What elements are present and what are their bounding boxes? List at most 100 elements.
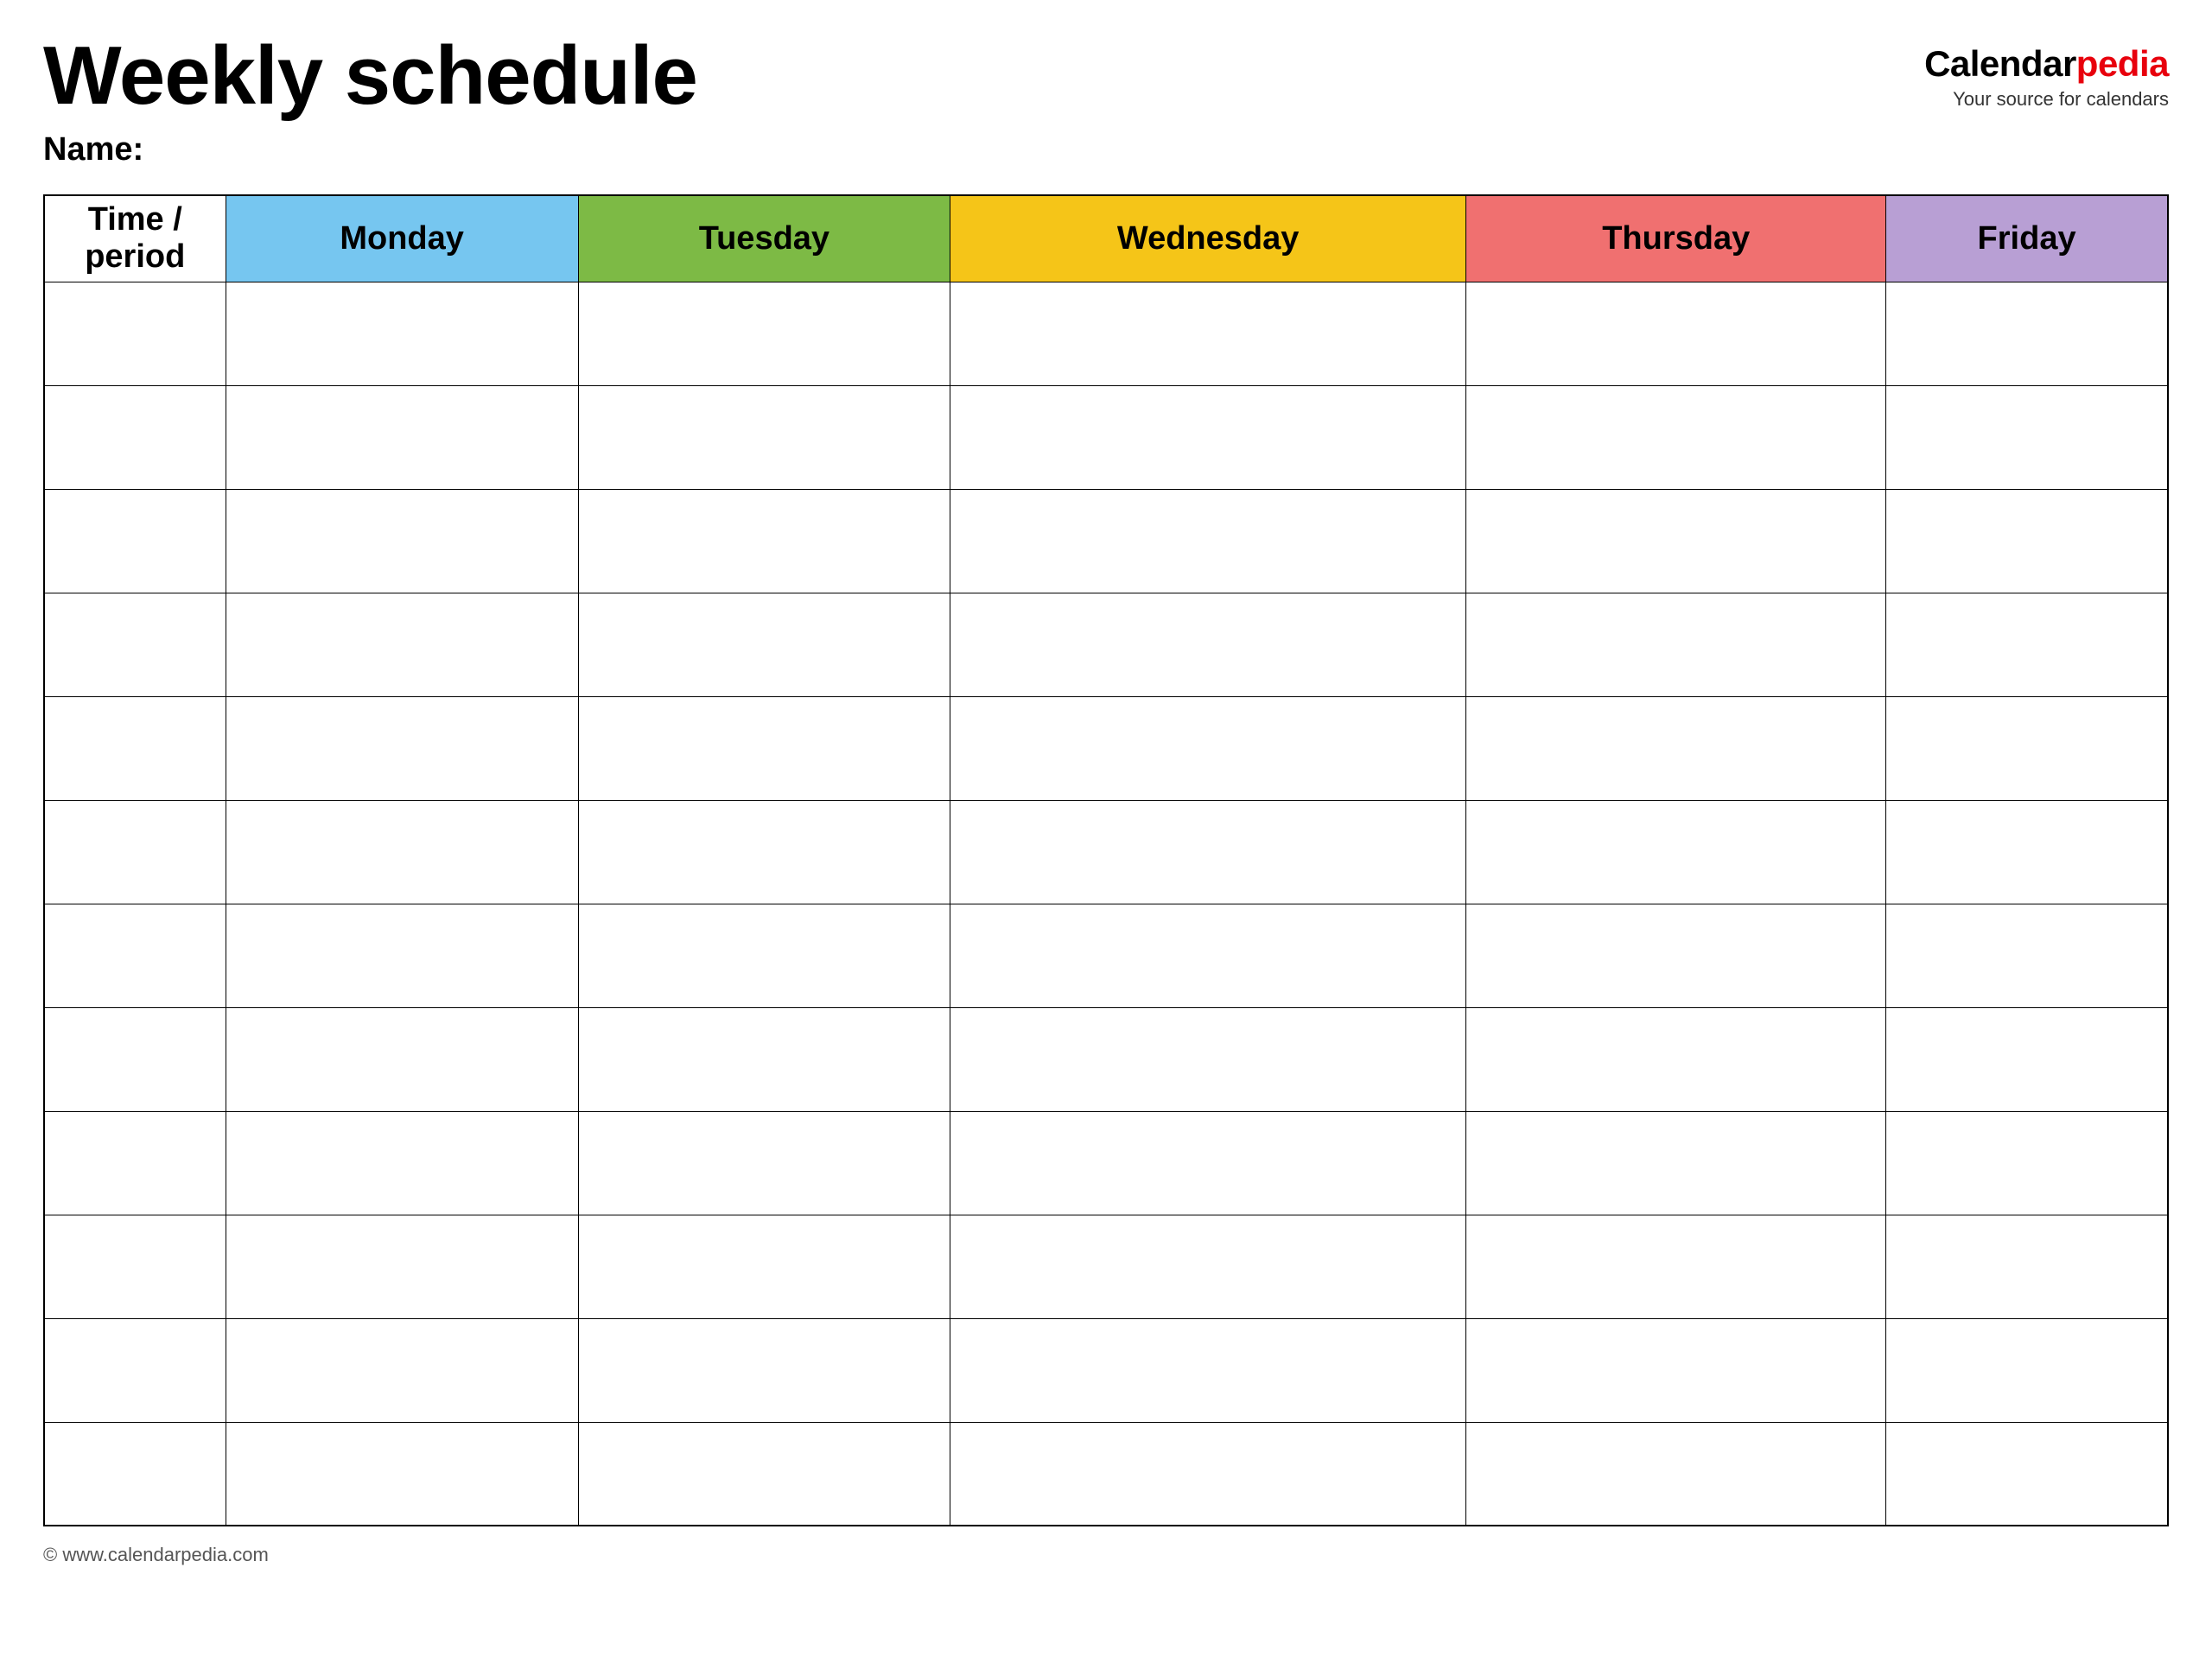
- thursday-cell-4[interactable]: [1466, 593, 1886, 696]
- schedule-table: Time / period Monday Tuesday Wednesday T…: [43, 194, 2169, 1526]
- time-cell-5[interactable]: [44, 696, 226, 800]
- friday-cell-6[interactable]: [1886, 800, 2168, 904]
- thursday-cell-7[interactable]: [1466, 904, 1886, 1007]
- name-label: Name:: [43, 131, 697, 168]
- thursday-cell-12[interactable]: [1466, 1422, 1886, 1526]
- wednesday-cell-8[interactable]: [950, 1007, 1466, 1111]
- thursday-cell-10[interactable]: [1466, 1215, 1886, 1318]
- monday-header: Monday: [226, 195, 578, 282]
- tuesday-cell-8[interactable]: [578, 1007, 950, 1111]
- friday-cell-4[interactable]: [1886, 593, 2168, 696]
- tuesday-cell-12[interactable]: [578, 1422, 950, 1526]
- thursday-cell-9[interactable]: [1466, 1111, 1886, 1215]
- tuesday-cell-7[interactable]: [578, 904, 950, 1007]
- time-cell-11[interactable]: [44, 1318, 226, 1422]
- friday-cell-3[interactable]: [1886, 489, 2168, 593]
- tuesday-cell-3[interactable]: [578, 489, 950, 593]
- time-cell-12[interactable]: [44, 1422, 226, 1526]
- table-row: [44, 800, 2168, 904]
- header-area: Weekly schedule Name: Calendarpedia Your…: [43, 35, 2169, 168]
- friday-cell-10[interactable]: [1886, 1215, 2168, 1318]
- friday-cell-7[interactable]: [1886, 904, 2168, 1007]
- monday-cell-8[interactable]: [226, 1007, 578, 1111]
- title-section: Weekly schedule Name:: [43, 35, 697, 168]
- thursday-header: Thursday: [1466, 195, 1886, 282]
- friday-cell-5[interactable]: [1886, 696, 2168, 800]
- friday-cell-9[interactable]: [1886, 1111, 2168, 1215]
- table-header-row: Time / period Monday Tuesday Wednesday T…: [44, 195, 2168, 282]
- thursday-cell-1[interactable]: [1466, 282, 1886, 385]
- thursday-cell-2[interactable]: [1466, 385, 1886, 489]
- friday-cell-2[interactable]: [1886, 385, 2168, 489]
- logo-calendar: Calendar: [1924, 43, 2076, 84]
- friday-cell-12[interactable]: [1886, 1422, 2168, 1526]
- thursday-cell-3[interactable]: [1466, 489, 1886, 593]
- monday-cell-10[interactable]: [226, 1215, 578, 1318]
- logo-tagline: Your source for calendars: [1953, 88, 2169, 111]
- monday-cell-3[interactable]: [226, 489, 578, 593]
- table-row: [44, 282, 2168, 385]
- footer-url: © www.calendarpedia.com: [43, 1544, 269, 1565]
- tuesday-cell-2[interactable]: [578, 385, 950, 489]
- monday-cell-9[interactable]: [226, 1111, 578, 1215]
- footer: © www.calendarpedia.com: [43, 1544, 2169, 1566]
- time-cell-9[interactable]: [44, 1111, 226, 1215]
- logo-section: Calendarpedia Your source for calendars: [1924, 43, 2169, 111]
- table-row: [44, 1111, 2168, 1215]
- monday-cell-12[interactable]: [226, 1422, 578, 1526]
- time-period-header: Time / period: [44, 195, 226, 282]
- wednesday-cell-5[interactable]: [950, 696, 1466, 800]
- friday-cell-11[interactable]: [1886, 1318, 2168, 1422]
- time-cell-10[interactable]: [44, 1215, 226, 1318]
- thursday-cell-6[interactable]: [1466, 800, 1886, 904]
- wednesday-cell-7[interactable]: [950, 904, 1466, 1007]
- table-row: [44, 593, 2168, 696]
- tuesday-cell-10[interactable]: [578, 1215, 950, 1318]
- thursday-cell-8[interactable]: [1466, 1007, 1886, 1111]
- wednesday-header: Wednesday: [950, 195, 1466, 282]
- time-cell-4[interactable]: [44, 593, 226, 696]
- monday-cell-1[interactable]: [226, 282, 578, 385]
- tuesday-cell-4[interactable]: [578, 593, 950, 696]
- tuesday-cell-9[interactable]: [578, 1111, 950, 1215]
- time-cell-2[interactable]: [44, 385, 226, 489]
- page-title: Weekly schedule: [43, 35, 697, 117]
- table-row: [44, 1422, 2168, 1526]
- monday-cell-11[interactable]: [226, 1318, 578, 1422]
- friday-header: Friday: [1886, 195, 2168, 282]
- schedule-body: [44, 282, 2168, 1526]
- time-cell-3[interactable]: [44, 489, 226, 593]
- table-row: [44, 696, 2168, 800]
- thursday-cell-5[interactable]: [1466, 696, 1886, 800]
- monday-cell-6[interactable]: [226, 800, 578, 904]
- wednesday-cell-1[interactable]: [950, 282, 1466, 385]
- friday-cell-1[interactable]: [1886, 282, 2168, 385]
- wednesday-cell-3[interactable]: [950, 489, 1466, 593]
- table-row: [44, 904, 2168, 1007]
- monday-cell-2[interactable]: [226, 385, 578, 489]
- table-row: [44, 1215, 2168, 1318]
- monday-cell-5[interactable]: [226, 696, 578, 800]
- tuesday-cell-11[interactable]: [578, 1318, 950, 1422]
- time-cell-8[interactable]: [44, 1007, 226, 1111]
- time-cell-7[interactable]: [44, 904, 226, 1007]
- wednesday-cell-2[interactable]: [950, 385, 1466, 489]
- tuesday-cell-1[interactable]: [578, 282, 950, 385]
- table-row: [44, 1007, 2168, 1111]
- thursday-cell-11[interactable]: [1466, 1318, 1886, 1422]
- wednesday-cell-4[interactable]: [950, 593, 1466, 696]
- friday-cell-8[interactable]: [1886, 1007, 2168, 1111]
- monday-cell-4[interactable]: [226, 593, 578, 696]
- wednesday-cell-12[interactable]: [950, 1422, 1466, 1526]
- wednesday-cell-9[interactable]: [950, 1111, 1466, 1215]
- tuesday-cell-5[interactable]: [578, 696, 950, 800]
- wednesday-cell-6[interactable]: [950, 800, 1466, 904]
- tuesday-header: Tuesday: [578, 195, 950, 282]
- monday-cell-7[interactable]: [226, 904, 578, 1007]
- time-cell-6[interactable]: [44, 800, 226, 904]
- time-cell-1[interactable]: [44, 282, 226, 385]
- wednesday-cell-10[interactable]: [950, 1215, 1466, 1318]
- wednesday-cell-11[interactable]: [950, 1318, 1466, 1422]
- tuesday-cell-6[interactable]: [578, 800, 950, 904]
- table-row: [44, 385, 2168, 489]
